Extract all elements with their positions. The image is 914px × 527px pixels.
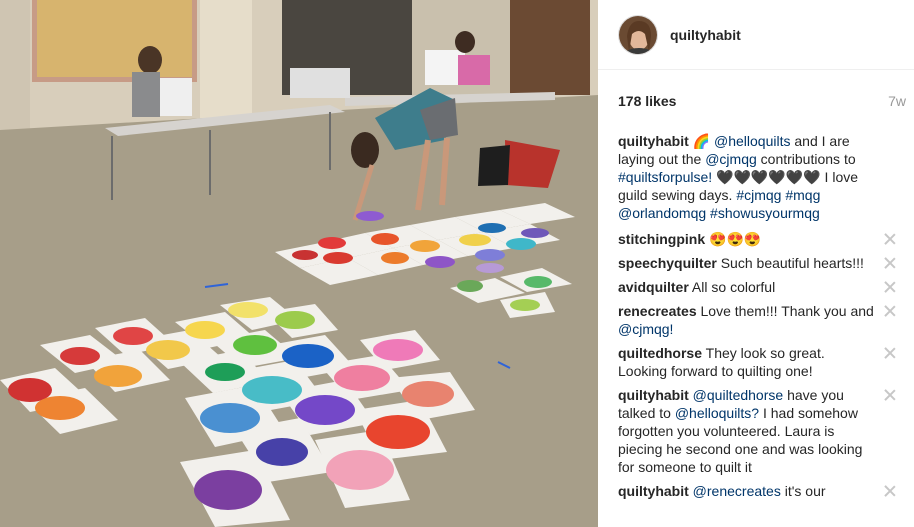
- caption-username[interactable]: quiltyhabit: [618, 133, 689, 149]
- post-sidebar: quiltyhabit 178 likes 7w quiltyhabit 🌈 @…: [598, 0, 914, 527]
- comments-list: quiltyhabit 🌈 @helloquilts and I are lay…: [598, 132, 914, 500]
- mention-link[interactable]: @orlandomqg: [618, 205, 706, 221]
- mention-link[interactable]: @quiltedhorse: [693, 387, 784, 403]
- comment-item: speechyquilter Such beautiful hearts!!!: [618, 254, 896, 272]
- comment-username[interactable]: quiltyhabit: [618, 483, 689, 499]
- hashtag-link[interactable]: #quiltsforpulse!: [618, 169, 712, 185]
- close-icon[interactable]: [884, 281, 896, 293]
- post-username[interactable]: quiltyhabit: [670, 27, 741, 43]
- comment-username[interactable]: avidquilter: [618, 279, 689, 295]
- close-icon[interactable]: [884, 485, 896, 497]
- comment-item: renecreates Love them!!! Thank you and @…: [618, 302, 896, 338]
- comment-username[interactable]: speechyquilter: [618, 255, 717, 271]
- comment-text: Such beautiful hearts!!!: [720, 255, 864, 271]
- comment-username[interactable]: quiltedhorse: [618, 345, 702, 361]
- mention-link[interactable]: @helloquilts: [714, 133, 790, 149]
- comment-item: avidquilter All so colorful: [618, 278, 896, 296]
- close-icon[interactable]: [884, 233, 896, 245]
- mention-link[interactable]: @helloquilts?: [675, 405, 759, 421]
- likes-count[interactable]: 178 likes: [618, 93, 676, 109]
- mention-link[interactable]: @cjmqg: [705, 151, 757, 167]
- comment-item: quiltyhabit @quiltedhorse have you talke…: [618, 386, 896, 476]
- avatar[interactable]: [618, 14, 658, 55]
- close-icon[interactable]: [884, 347, 896, 359]
- comment-item: stitchingpink 😍😍😍: [618, 230, 896, 248]
- comment-item: quiltyhabit @renecreates it's our: [618, 482, 896, 500]
- comment-text: All so colorful: [691, 279, 776, 295]
- hashtag-link[interactable]: #mqg: [785, 187, 820, 203]
- comment-username[interactable]: quiltyhabit: [618, 387, 689, 403]
- caption: quiltyhabit 🌈 @helloquilts and I are lay…: [618, 132, 896, 222]
- close-icon[interactable]: [884, 257, 896, 269]
- likes-row: 178 likes 7w: [598, 70, 914, 132]
- mention-link[interactable]: @cjmqg!: [618, 321, 673, 337]
- mention-link[interactable]: @renecreates: [693, 483, 781, 499]
- close-icon[interactable]: [884, 305, 896, 317]
- post-photo[interactable]: [0, 0, 598, 527]
- comment-username[interactable]: stitchingpink: [618, 231, 705, 247]
- hashtag-link[interactable]: #cjmqg: [736, 187, 781, 203]
- avatar-image: [619, 15, 657, 54]
- post-age[interactable]: 7w: [888, 93, 906, 109]
- comment-text: 😍😍😍: [709, 231, 762, 247]
- comment-username[interactable]: renecreates: [618, 303, 697, 319]
- comment-text: @renecreates it's our: [692, 483, 826, 499]
- comment-item: quiltedhorse They look so great. Looking…: [618, 344, 896, 380]
- quilt-blocks-photo: [0, 0, 598, 527]
- post-header: quiltyhabit: [598, 0, 914, 70]
- close-icon[interactable]: [884, 389, 896, 401]
- hashtag-link[interactable]: #showusyourmqg: [710, 205, 820, 221]
